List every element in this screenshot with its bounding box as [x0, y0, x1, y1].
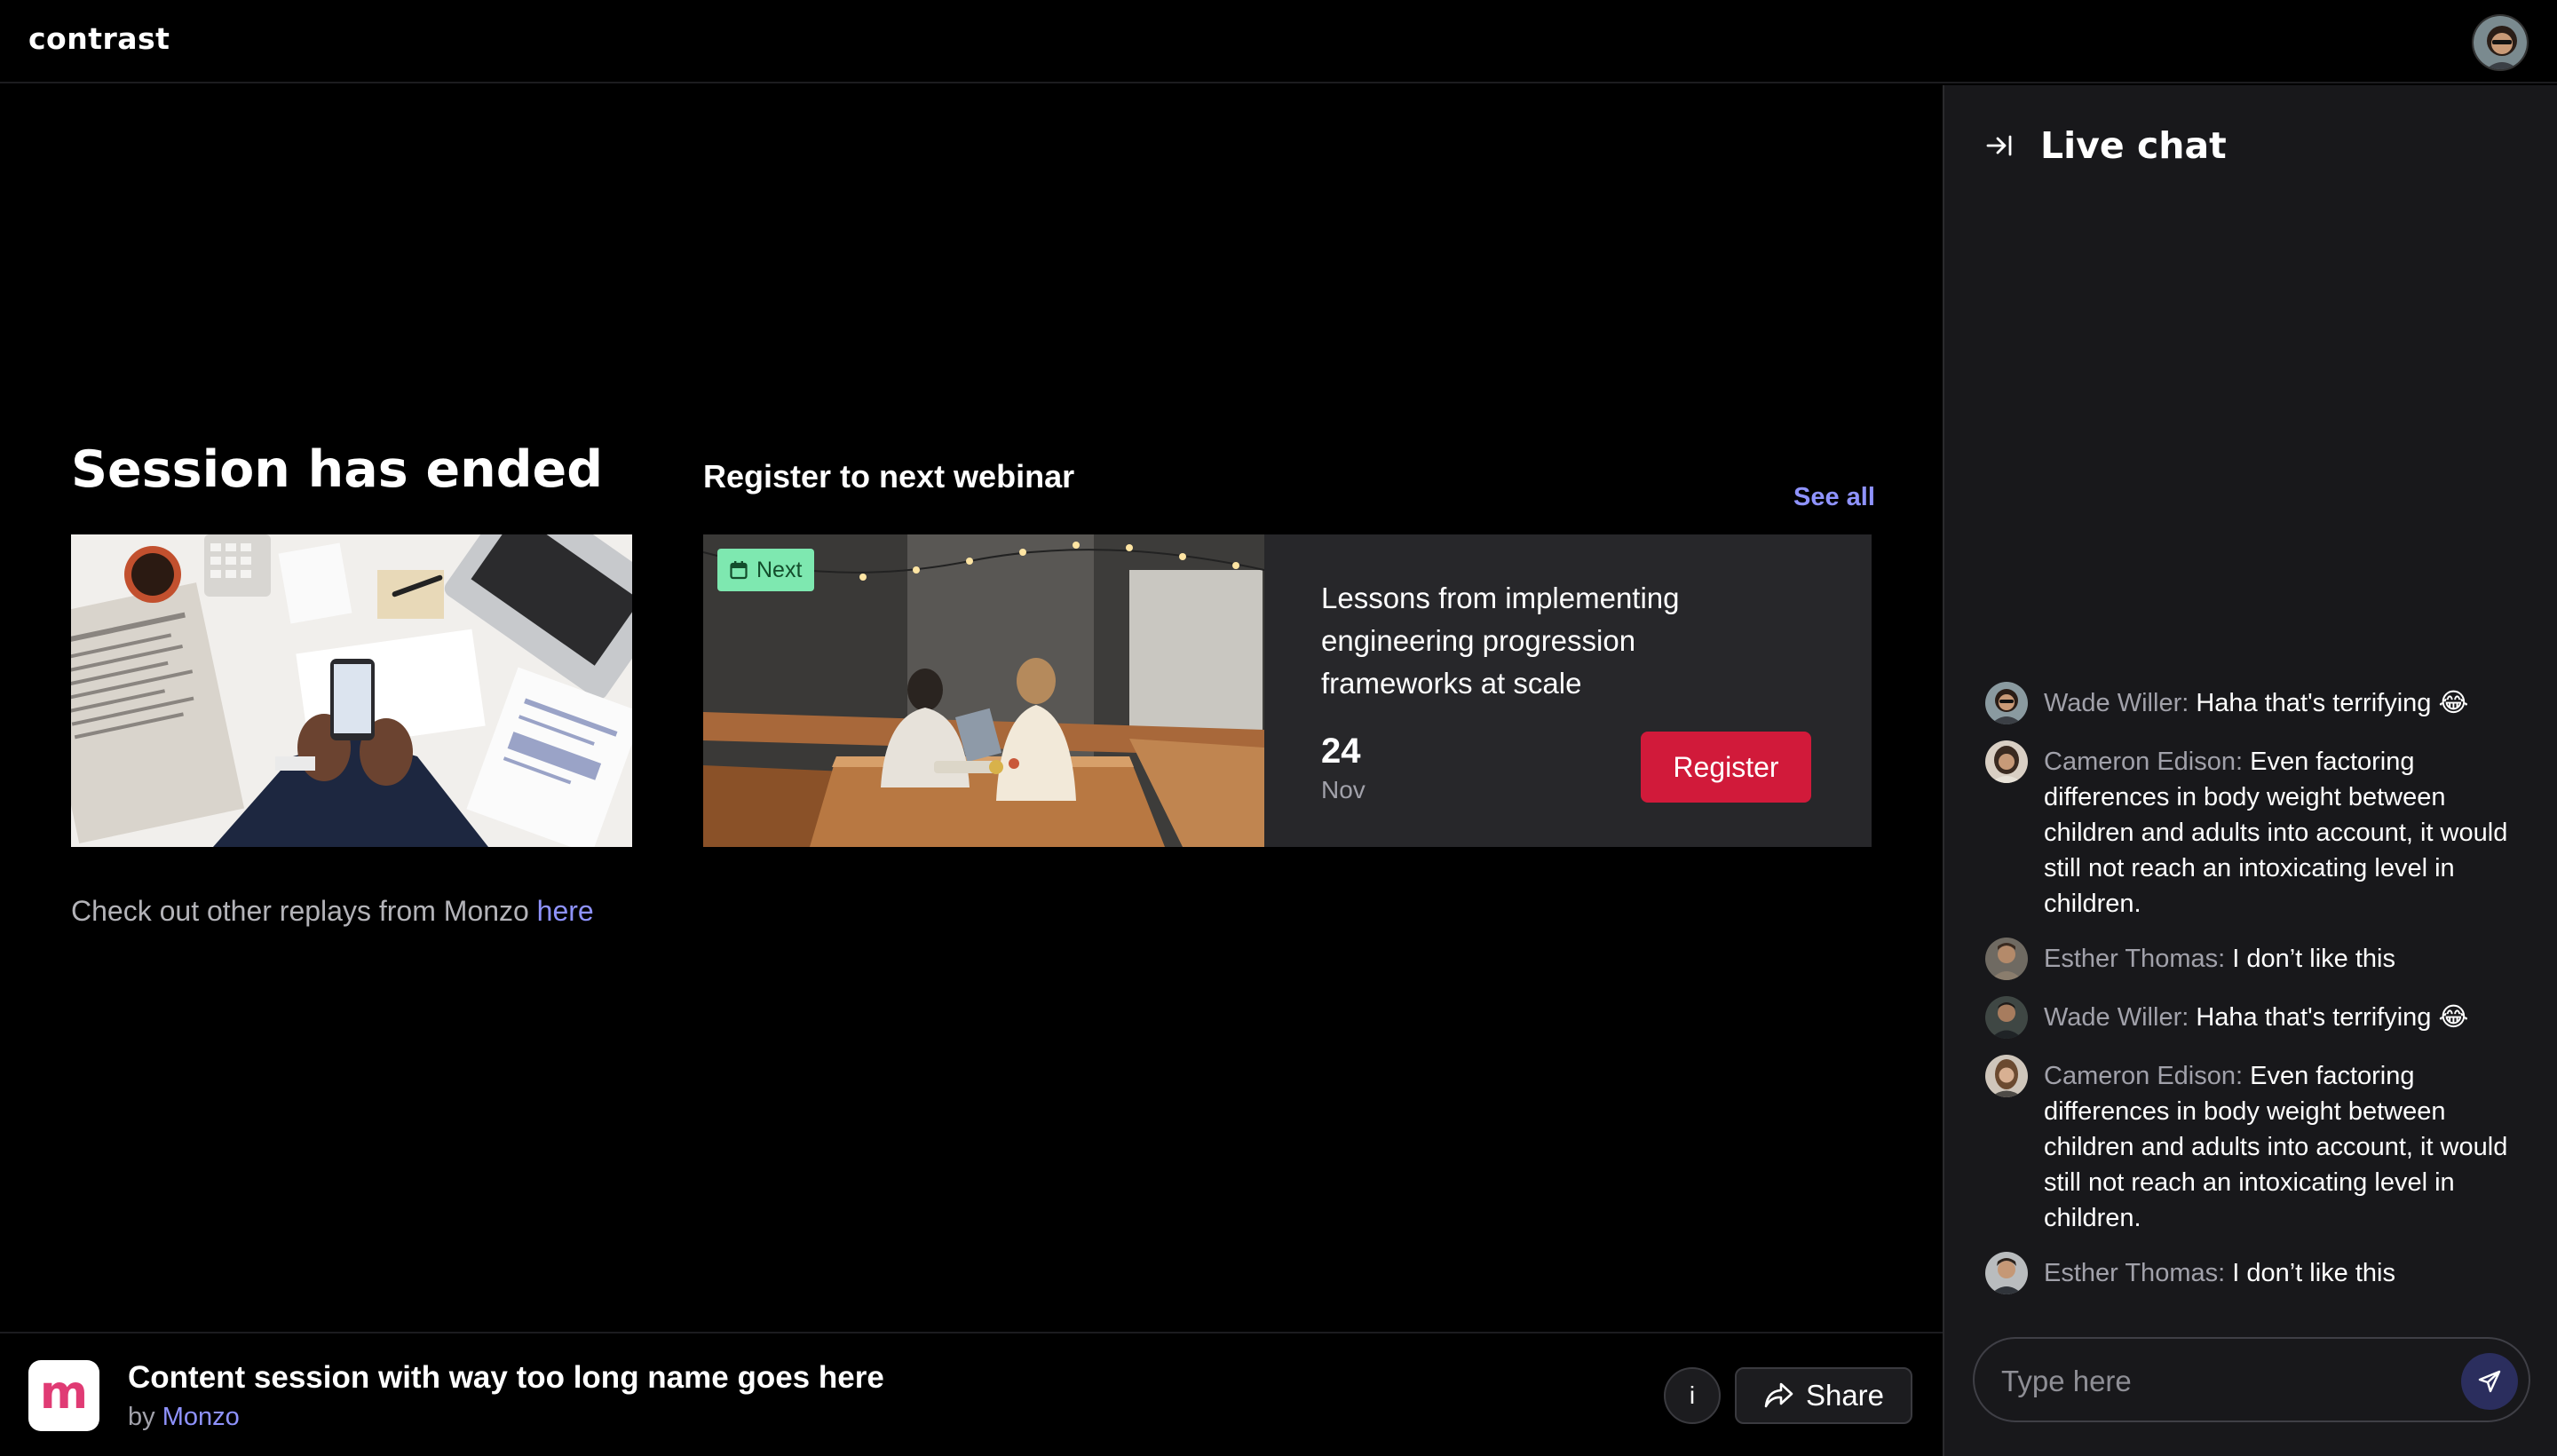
message-body: Haha that's terrifying 😂: [2189, 1003, 2469, 1032]
info-icon: i: [1689, 1381, 1696, 1409]
chat-message: Wade Willer: Haha that's terrifying 😂: [1985, 682, 2518, 724]
content-title: Content session with way too long name g…: [128, 1360, 884, 1395]
avatar: [1985, 1252, 2028, 1294]
user-avatar[interactable]: [2472, 14, 2529, 71]
replays-prefix: Check out other replays from Monzo: [71, 895, 537, 927]
avatar: [1985, 682, 2028, 724]
share-icon: [1764, 1382, 1793, 1408]
message-author[interactable]: Cameron Edison:: [2044, 748, 2243, 776]
live-chat-panel: Live chat Wade Willer: Haha that's terri…: [1943, 85, 2557, 1456]
webinar-title[interactable]: Lessons from implementing engineering pr…: [1321, 577, 1783, 705]
message-body: Haha that's terrifying 😂: [2189, 689, 2469, 717]
calendar-icon: [730, 561, 748, 580]
message-text: Cameron Edison: Even factoring differenc…: [2044, 744, 2518, 922]
by-label: by: [128, 1403, 162, 1431]
register-button[interactable]: Register: [1641, 732, 1811, 803]
message-body: I don’t like this: [2225, 945, 2395, 973]
collapse-panel-icon[interactable]: [1985, 133, 2014, 158]
see-all-link[interactable]: See all: [1793, 483, 1875, 512]
avatar: [1985, 938, 2028, 980]
share-label: Share: [1805, 1379, 1885, 1412]
share-button[interactable]: Share: [1735, 1367, 1912, 1424]
session-thumbnail: [71, 534, 632, 847]
webinar-date-month: Nov: [1321, 776, 1366, 803]
message-author[interactable]: Esther Thomas:: [2044, 1259, 2225, 1287]
chat-header: Live chat: [1985, 124, 2227, 167]
message-author[interactable]: Wade Willer:: [2044, 1003, 2189, 1032]
next-badge-label: Next: [756, 557, 803, 582]
message-body: I don’t like this: [2225, 1259, 2395, 1287]
avatar: [1985, 1055, 2028, 1097]
chat-message: Esther Thomas: I don’t like this: [1985, 1252, 2518, 1294]
message-text: Esther Thomas: I don’t like this: [2044, 1255, 2395, 1294]
message-text: Wade Willer: Haha that's terrifying 😂: [2044, 685, 2468, 724]
replays-link[interactable]: here: [537, 895, 594, 927]
replays-text: Check out other replays from Monzo here: [71, 895, 594, 928]
message-author[interactable]: Esther Thomas:: [2044, 945, 2225, 973]
register-heading: Register to next webinar: [703, 458, 1075, 495]
monzo-logo[interactable]: m: [28, 1360, 99, 1431]
chat-message: Cameron Edison: Even factoring differenc…: [1985, 1055, 2518, 1236]
contrast-logo[interactable]: contrast: [28, 21, 170, 56]
chat-message: Wade Willer: Haha that's terrifying 😂: [1985, 996, 2518, 1039]
next-webinar-card[interactable]: Next Lessons from implementing engineeri…: [703, 534, 1872, 847]
message-text: Cameron Edison: Even factoring differenc…: [2044, 1058, 2518, 1236]
avatar: [1985, 996, 2028, 1039]
org-letter: m: [39, 1366, 89, 1420]
top-bar: contrast: [0, 0, 2557, 83]
send-button[interactable]: [2461, 1353, 2518, 1410]
message-text: Esther Thomas: I don’t like this: [2044, 941, 2395, 980]
organizer-link[interactable]: Monzo: [162, 1403, 240, 1431]
avatar: [1985, 740, 2028, 783]
content-info-bar: m Content session with way too long name…: [0, 1332, 1944, 1456]
message-text: Wade Willer: Haha that's terrifying 😂: [2044, 1000, 2468, 1039]
content-byline: by Monzo: [128, 1403, 240, 1432]
send-icon: [2478, 1370, 2501, 1393]
webinar-details: Lessons from implementing engineering pr…: [1264, 534, 1872, 847]
next-badge: Next: [717, 549, 815, 591]
message-author[interactable]: Wade Willer:: [2044, 689, 2189, 717]
chat-message: Esther Thomas: I don’t like this: [1985, 938, 2518, 980]
webinar-date-day: 24: [1321, 732, 1361, 771]
session-stage: Session has ended Check out other replay…: [0, 85, 1943, 1332]
session-ended-title: Session has ended: [71, 440, 604, 499]
chat-messages: Wade Willer: Haha that's terrifying 😂 Ca…: [1985, 682, 2518, 1314]
message-author[interactable]: Cameron Edison:: [2044, 1062, 2243, 1090]
webinar-thumbnail: Next: [703, 534, 1264, 847]
chat-title: Live chat: [2040, 124, 2227, 167]
chat-message-input[interactable]: [2001, 1357, 2463, 1406]
chat-input-box: [1973, 1337, 2530, 1422]
info-button[interactable]: i: [1664, 1367, 1721, 1424]
chat-message: Cameron Edison: Even factoring differenc…: [1985, 740, 2518, 922]
